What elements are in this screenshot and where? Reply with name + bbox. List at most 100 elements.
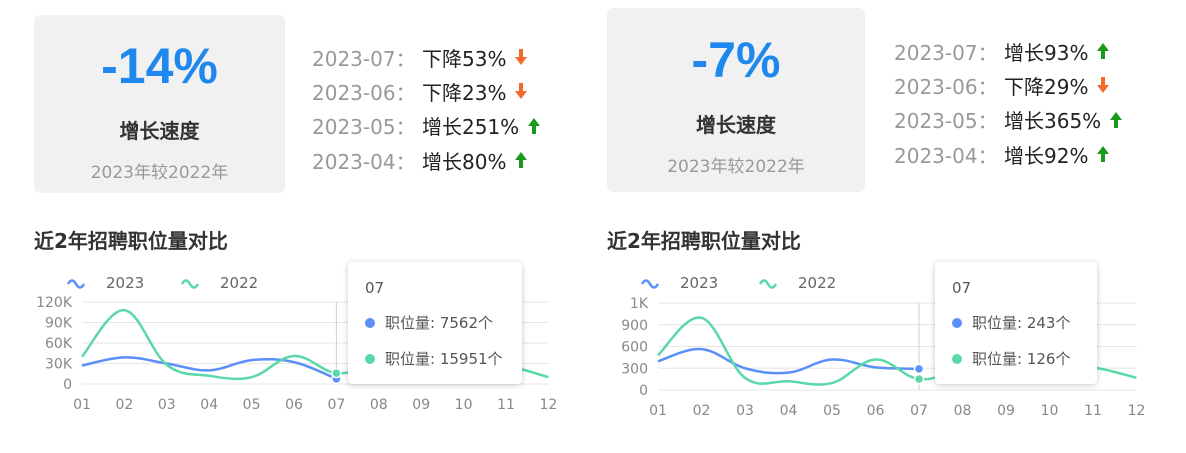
series-2022-dot xyxy=(952,353,962,364)
arrow-up-icon xyxy=(515,152,528,169)
legend-line-icon xyxy=(66,279,86,289)
month-date: 2023-06： xyxy=(894,74,998,99)
chart-title: 近2年招聘职位量对比 xyxy=(607,229,801,253)
x-tick-label: 04 xyxy=(780,403,798,419)
y-tick-label: 0 xyxy=(639,383,648,399)
x-tick-label: 11 xyxy=(497,397,515,413)
legend-line-icon xyxy=(180,279,200,289)
x-tick-label: 07 xyxy=(910,403,928,419)
month-change: 下降53% xyxy=(422,46,507,71)
chart-tooltip: 07 职位量: 7562个 职位量: 15951个 xyxy=(348,262,522,384)
y-tick-label: 300 xyxy=(621,361,648,377)
arrow-down-icon xyxy=(515,83,528,100)
growth-label: 增长速度 xyxy=(119,119,200,143)
y-tick-label: 0 xyxy=(63,377,72,393)
x-tick-label: 10 xyxy=(455,397,473,413)
compare-text: 2023年较2022年 xyxy=(90,163,229,183)
x-tick-label: 05 xyxy=(823,403,841,419)
tooltip-value: 职位量: 7562个 xyxy=(385,314,493,332)
tooltip-value: 职位量: 243个 xyxy=(972,314,1071,332)
x-tick-label: 07 xyxy=(327,397,345,413)
arrow-down-icon xyxy=(515,49,528,66)
y-tick-label: 600 xyxy=(621,340,648,356)
x-tick-label: 05 xyxy=(243,397,261,413)
legend-label: 2022 xyxy=(220,274,258,292)
x-tick-label: 10 xyxy=(1041,403,1059,419)
month-date: 2023-07： xyxy=(894,40,998,65)
month-date: 2023-04： xyxy=(894,143,998,168)
month-date: 2023-05： xyxy=(894,109,998,134)
tooltip-row: 职位量: 15951个 xyxy=(365,348,503,369)
series-2023-dot xyxy=(365,317,375,328)
x-tick-label: 08 xyxy=(954,403,972,419)
y-tick-label: 90K xyxy=(45,316,73,332)
growth-card: -7% 增长速度 2023年较2022年 xyxy=(607,8,865,192)
legend-label: 2023 xyxy=(106,274,144,292)
data-point xyxy=(913,363,925,375)
month-change: 增长80% xyxy=(422,149,507,174)
series-2023-dot xyxy=(952,317,962,328)
arrow-up-icon xyxy=(1110,111,1123,128)
month-row: 2023-06： 下降23% xyxy=(312,74,541,108)
y-tick-label: 1K xyxy=(630,296,649,312)
panel-1: -14% 增长速度 2023年较2022年 2023-07： 下降53% 202… xyxy=(0,0,570,453)
tooltip-row: 职位量: 243个 xyxy=(952,312,1070,333)
legend-line-icon xyxy=(758,279,778,289)
tooltip-title: 07 xyxy=(365,279,385,297)
month-row: 2023-07： 下降53% xyxy=(312,40,541,74)
x-tick-label: 08 xyxy=(370,397,388,413)
arrow-up-icon xyxy=(1097,146,1110,163)
x-tick-label: 03 xyxy=(736,403,754,419)
x-tick-label: 04 xyxy=(200,397,218,413)
series-2022-dot xyxy=(365,353,375,364)
month-row: 2023-04： 增长92% xyxy=(894,137,1123,171)
tooltip-value: 职位量: 15951个 xyxy=(385,350,503,368)
x-tick-label: 02 xyxy=(115,397,133,413)
monthly-change-list: 2023-07： 下降53% 2023-06： 下降23% 2023-05： 增… xyxy=(312,40,541,177)
legend-label: 2022 xyxy=(798,274,836,292)
y-tick-label: 120K xyxy=(36,295,73,311)
arrow-down-icon xyxy=(1097,77,1110,94)
monthly-change-list: 2023-07： 增长93% 2023-06： 下降29% 2023-05： 增… xyxy=(894,34,1123,171)
chart-title: 近2年招聘职位量对比 xyxy=(34,229,228,253)
panel-2: -7% 增长速度 2023年较2022年 2023-07： 增长93% 2023… xyxy=(574,0,1146,453)
arrow-up-icon xyxy=(1097,43,1110,60)
growth-value: -7% xyxy=(691,32,781,88)
growth-value: -14% xyxy=(101,38,218,94)
tooltip-value: 职位量: 126个 xyxy=(972,350,1071,368)
compare-text: 2023年较2022年 xyxy=(667,157,805,177)
x-tick-label: 12 xyxy=(539,397,557,413)
month-row: 2023-05： 增长365% xyxy=(894,103,1123,137)
x-tick-label: 06 xyxy=(285,397,303,413)
month-change: 下降29% xyxy=(1004,74,1089,99)
month-date: 2023-04： xyxy=(312,149,416,174)
month-change: 增长93% xyxy=(1004,40,1089,65)
x-tick-label: 01 xyxy=(649,403,667,419)
legend-label: 2023 xyxy=(680,274,718,292)
month-change: 增长251% xyxy=(422,115,520,140)
month-date: 2023-05： xyxy=(312,115,416,140)
y-tick-label: 900 xyxy=(621,318,648,334)
arrow-up-icon xyxy=(528,117,541,134)
month-row: 2023-07： 增长93% xyxy=(894,34,1123,68)
month-row: 2023-04： 增长80% xyxy=(312,143,541,177)
month-row: 2023-06： 下降29% xyxy=(894,68,1123,102)
chart-tooltip: 07 职位量: 243个 职位量: 126个 xyxy=(935,262,1097,384)
legend-line-icon xyxy=(640,279,660,289)
month-change: 增长92% xyxy=(1004,143,1089,168)
x-tick-label: 02 xyxy=(693,403,711,419)
tooltip-title: 07 xyxy=(952,279,972,297)
growth-label: 增长速度 xyxy=(696,113,776,137)
x-tick-label: 12 xyxy=(1128,403,1146,419)
x-tick-label: 11 xyxy=(1084,403,1102,419)
y-tick-label: 60K xyxy=(45,336,73,352)
growth-card: -14% 增长速度 2023年较2022年 xyxy=(34,15,285,193)
month-date: 2023-07： xyxy=(312,46,416,71)
tooltip-row: 职位量: 126个 xyxy=(952,348,1070,369)
x-tick-label: 03 xyxy=(158,397,176,413)
x-tick-label: 06 xyxy=(867,403,885,419)
month-change: 下降23% xyxy=(422,80,507,105)
data-point xyxy=(331,367,342,379)
tooltip-row: 职位量: 7562个 xyxy=(365,312,493,333)
month-row: 2023-05： 增长251% xyxy=(312,109,541,143)
